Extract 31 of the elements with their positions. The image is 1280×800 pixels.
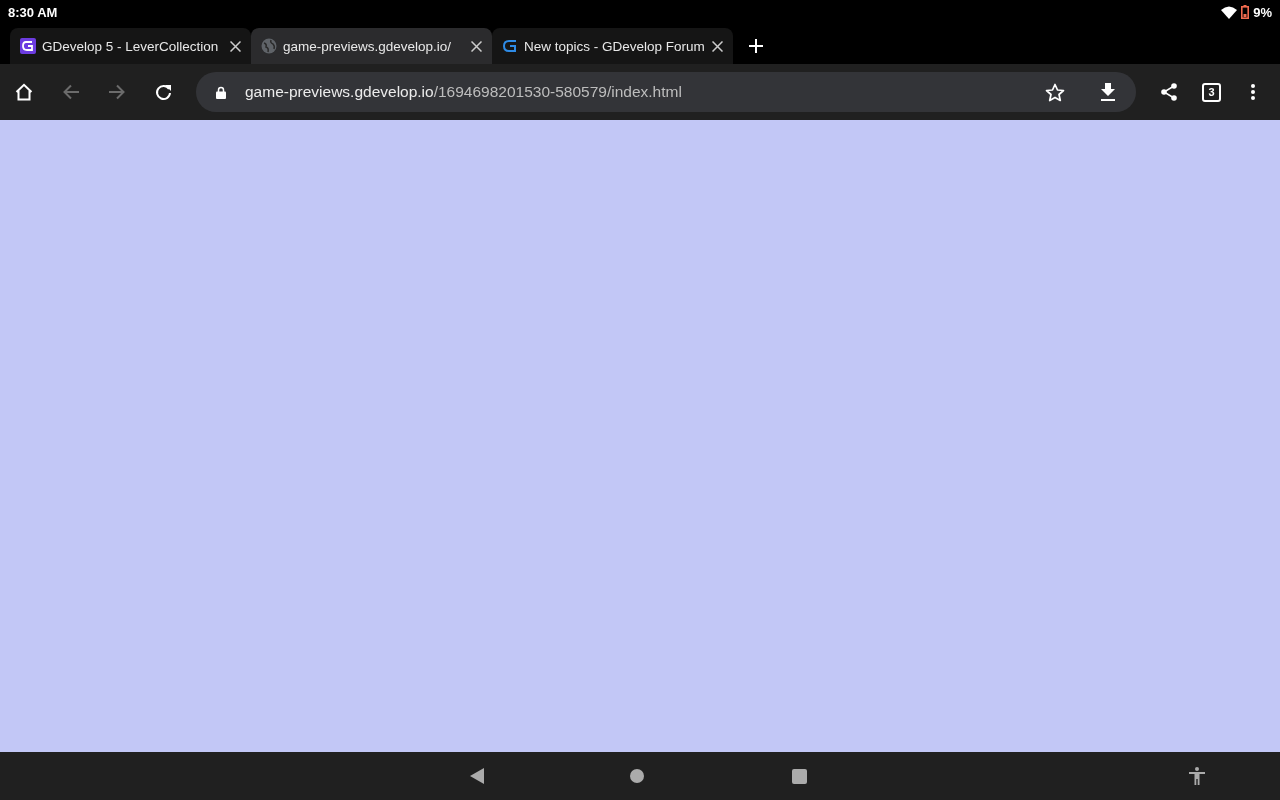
new-tab-icon[interactable] xyxy=(749,39,763,53)
address-bar[interactable]: game-previews.gdevelop.io/1694698201530-580579/index.html xyxy=(196,72,1136,112)
app-logo-icon xyxy=(20,38,36,54)
forum-logo-icon xyxy=(502,38,518,54)
reload-icon[interactable] xyxy=(155,83,172,101)
browser-tab[interactable]: New topics - GDevelop Forum xyxy=(492,28,733,64)
download-icon[interactable] xyxy=(1100,83,1116,101)
lock-icon xyxy=(216,85,226,99)
battery-percent: 9% xyxy=(1253,4,1272,20)
close-icon[interactable] xyxy=(471,40,482,52)
recents-square-icon[interactable] xyxy=(792,768,807,784)
tab-count-button[interactable]: 3 xyxy=(1202,82,1221,102)
status-time: 8:30 AM xyxy=(8,4,58,20)
more-icon[interactable] xyxy=(1251,84,1255,100)
accessibility-icon[interactable] xyxy=(1189,767,1205,785)
battery-icon xyxy=(1241,5,1250,19)
home-icon[interactable] xyxy=(15,83,33,101)
wifi-icon xyxy=(1221,5,1238,19)
url-text: game-previews.gdevelop.io/1694698201530-580579/index.html xyxy=(245,83,682,101)
browser-tab[interactable]: game-previews.gdevelop.io/ xyxy=(251,28,492,64)
tab-title: game-previews.gdevelop.io/ xyxy=(283,38,453,54)
home-circle-icon[interactable] xyxy=(630,769,644,783)
close-icon[interactable] xyxy=(712,40,723,52)
share-icon[interactable] xyxy=(1160,83,1178,101)
globe-icon xyxy=(261,38,277,54)
star-icon[interactable] xyxy=(1045,82,1065,102)
browser-tab[interactable]: GDevelop 5 - LeverCollection xyxy=(10,28,251,64)
tab-title: New topics - GDevelop Forum xyxy=(524,38,706,54)
close-icon[interactable] xyxy=(230,40,241,52)
back-triangle-icon[interactable] xyxy=(470,768,484,784)
tab-title: GDevelop 5 - LeverCollection xyxy=(42,38,220,54)
